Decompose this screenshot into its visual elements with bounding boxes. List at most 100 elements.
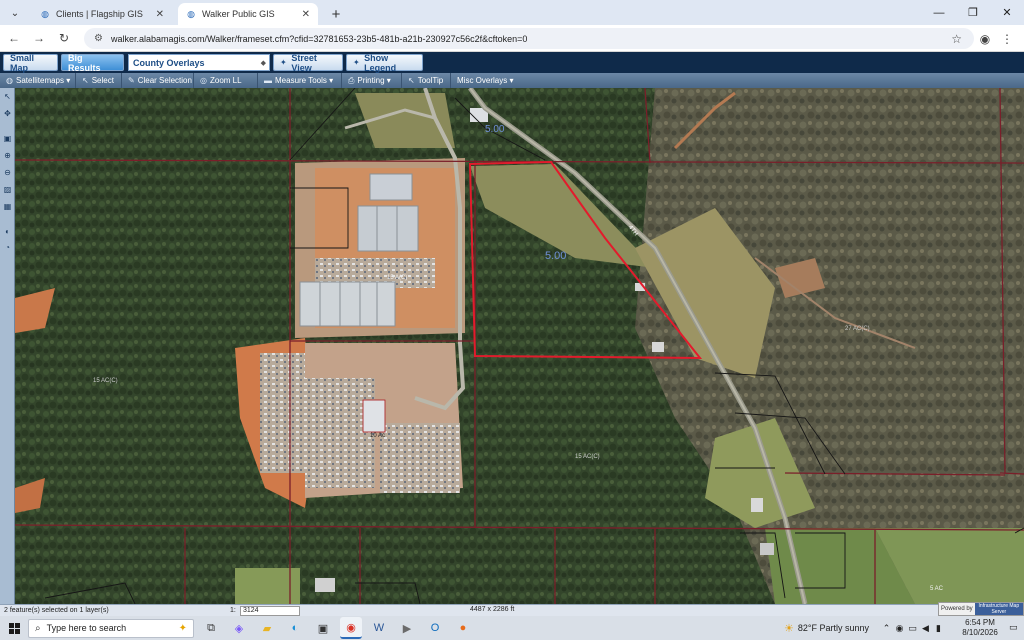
globe-icon: ◍ xyxy=(6,76,13,85)
menu-kebab-icon[interactable]: ⋮ xyxy=(996,28,1018,49)
tooltip-tool[interactable]: ↖ ToolTip xyxy=(402,73,451,88)
parcel-label-yard: 15 A(C) xyxy=(387,275,408,281)
close-tab-icon[interactable]: ✕ xyxy=(156,9,164,20)
bookmark-star-icon[interactable]: ☆ xyxy=(951,32,962,46)
search-highlight-icon: ✦ xyxy=(178,622,187,634)
back-icon[interactable]: ← xyxy=(3,27,25,49)
edge-icon[interactable]: ◐ xyxy=(284,617,306,639)
scale-input[interactable]: 3124 xyxy=(240,605,300,616)
printing-menu[interactable]: ⎙ Printing ▾ xyxy=(342,73,402,88)
tab-clients-flagship[interactable]: ◍ Clients | Flagship GIS ✕ xyxy=(32,3,172,25)
show-legend-button[interactable]: ✦ Show Legend xyxy=(346,53,423,73)
select-tool[interactable]: ↖ Select xyxy=(76,73,122,88)
powered-by-badge: Powered by Infrastructure Map Server xyxy=(938,602,1024,616)
store-icon[interactable]: ▣ xyxy=(312,617,334,639)
satellitemaps-menu[interactable]: ◍ Satellitemaps ▾ xyxy=(0,73,76,88)
help-icon[interactable]: ◔ xyxy=(2,242,13,253)
dropdown-arrows-icon: ◆ xyxy=(260,59,266,67)
address-bar: ← → ↻ ⚙ walker.alabamagis.com/Walker/fra… xyxy=(0,25,1024,52)
tab-search-chevron-icon[interactable]: ⌄ xyxy=(4,3,26,23)
zoom-in-icon[interactable]: ⊕ xyxy=(2,150,13,161)
search-icon: ⌕ xyxy=(35,622,41,634)
parcel-label-center: 10 Ac xyxy=(370,433,386,439)
overlay-select[interactable]: County Overlays ◆ xyxy=(128,54,270,71)
big-results-button[interactable]: Big Results xyxy=(61,53,124,73)
map-dimensions: 4487 x 2286 ft xyxy=(470,606,515,613)
gis-tools-bar: ◍ Satellitemaps ▾ ↖ Select ✎ Clear Selectio… xyxy=(0,73,1024,88)
parcel-acreage-label-ne: 5.00 xyxy=(485,124,505,135)
outlook-icon[interactable]: O xyxy=(424,617,446,639)
globe-icon: ◍ xyxy=(41,8,49,19)
forward-icon[interactable]: → xyxy=(28,27,50,49)
full-extent-icon[interactable]: ▨ xyxy=(2,184,13,195)
zoom-box-icon[interactable]: ▣ xyxy=(2,133,13,144)
misc-overlays-menu[interactable]: Misc Overlays ▾ xyxy=(451,73,517,88)
chrome-icon[interactable]: ◉ xyxy=(340,617,362,639)
globe-icon: ◍ xyxy=(187,8,195,19)
profile-icon[interactable]: ◉ xyxy=(974,28,996,49)
screen: ⌄ ◍ Clients | Flagship GIS ✕ ◍ Walker Pu… xyxy=(0,0,1024,640)
ruler-icon: ▬ xyxy=(264,76,272,85)
browser-tab-bar: ⌄ ◍ Clients | Flagship GIS ✕ ◍ Walker Pu… xyxy=(0,0,1024,25)
tab-title: Clients | Flagship GIS xyxy=(56,9,143,19)
tab-walker-public-gis[interactable]: ◍ Walker Public GIS ✕ xyxy=(178,3,318,25)
zoom-ll-tool[interactable]: ◎ Zoom LL xyxy=(194,73,258,88)
scale-label: 1: xyxy=(230,607,236,614)
taskbar-search-input[interactable]: ⌕ Type here to search ✦ xyxy=(28,618,194,638)
parcel-label-east: 27 AC(C) xyxy=(845,326,870,332)
parcel-label-south: 15 AC(C) xyxy=(575,454,600,460)
zoom-icon: ◎ xyxy=(200,76,207,85)
small-map-button[interactable]: Small Map xyxy=(3,53,58,73)
parcel-acreage-label-selected: 5.00 xyxy=(545,250,567,262)
site-info-icon[interactable]: ⚙ xyxy=(94,33,103,44)
restore-icon[interactable]: ❐ xyxy=(956,0,990,25)
parcel-label-west: 15 AC(C) xyxy=(93,378,118,384)
reload-icon[interactable]: ↻ xyxy=(53,27,75,49)
close-tab-icon[interactable]: ✕ xyxy=(302,9,310,20)
map-image xyxy=(15,88,1024,604)
measure-tools-menu[interactable]: ▬ Measure Tools ▾ xyxy=(258,73,342,88)
network-icon[interactable]: ▭ xyxy=(906,623,919,634)
eraser-icon: ✎ xyxy=(128,76,135,85)
selection-status: 2 feature(s) selected on 1 layer(s) xyxy=(4,607,109,614)
identify-icon[interactable]: ▦ xyxy=(2,201,13,212)
tooltip-icon: ↖ xyxy=(408,76,415,85)
zoom-out-icon[interactable]: ⊖ xyxy=(2,167,13,178)
file-explorer-icon[interactable]: ▰ xyxy=(256,617,278,639)
windows-taskbar: ⌕ Type here to search ✦ ⧉ ◈ ▰ ◐ ▣ ◉ W ▶ … xyxy=(0,616,1024,640)
aerial-map-canvas[interactable]: 5.00 5.00 15 AC(C) 10 Ac 15 AC(C) 27 AC(… xyxy=(15,88,1024,604)
chevron-up-icon[interactable]: ⌃ xyxy=(880,623,893,634)
media-icon[interactable]: ▶ xyxy=(396,617,418,639)
printer-icon: ⎙ xyxy=(348,75,355,85)
windows-start-icon[interactable] xyxy=(0,616,28,640)
task-view-icon[interactable]: ⧉ xyxy=(200,617,222,639)
firefox-icon[interactable]: ● xyxy=(452,617,474,639)
tab-title: Walker Public GIS xyxy=(202,9,275,19)
legend-icon: ✦ xyxy=(353,57,360,67)
taskbar-clock[interactable]: 6:54 PM 8/10/2026 xyxy=(955,618,1005,638)
gis-status-bar: 2 feature(s) selected on 1 layer(s) 1: 3… xyxy=(0,604,1024,616)
info-icon[interactable]: ◐ xyxy=(2,226,13,237)
record-icon[interactable]: ◉ xyxy=(893,623,906,634)
new-tab-button[interactable]: + xyxy=(324,3,348,25)
gis-main-toolbar: Small Map Big Results County Overlays ◆ … xyxy=(0,52,1024,73)
url-text: walker.alabamagis.com/Walker/frameset.cf… xyxy=(110,33,528,44)
minimize-icon[interactable]: — xyxy=(922,0,956,25)
battery-icon[interactable]: ▮ xyxy=(932,623,945,634)
browser-actions: ◉ ⋮ xyxy=(974,28,1018,49)
close-window-icon[interactable]: ✕ xyxy=(990,0,1024,25)
pointer-icon: ↖ xyxy=(82,76,89,85)
word-icon[interactable]: W xyxy=(368,617,390,639)
volume-icon[interactable]: ◀ xyxy=(919,623,932,634)
window-controls: — ❐ ✕ xyxy=(922,0,1024,25)
url-field[interactable]: ⚙ walker.alabamagis.com/Walker/frameset.… xyxy=(84,28,974,49)
partly-sunny-icon: ☀ xyxy=(784,622,794,635)
arrow-pointer-icon[interactable]: ↖ xyxy=(2,91,13,102)
parcel-label-bottom-right: 5 AC xyxy=(930,586,944,592)
street-view-button[interactable]: ✦ Street View xyxy=(273,53,343,73)
weather-widget[interactable]: ☀ 82°F Partly sunny xyxy=(784,616,869,640)
notifications-icon[interactable]: ▭ xyxy=(1009,622,1021,634)
pan-icon[interactable]: ✥ xyxy=(2,108,13,119)
copilot-icon[interactable]: ◈ xyxy=(228,617,250,639)
clear-selection-tool[interactable]: ✎ Clear Selection xyxy=(122,73,194,88)
